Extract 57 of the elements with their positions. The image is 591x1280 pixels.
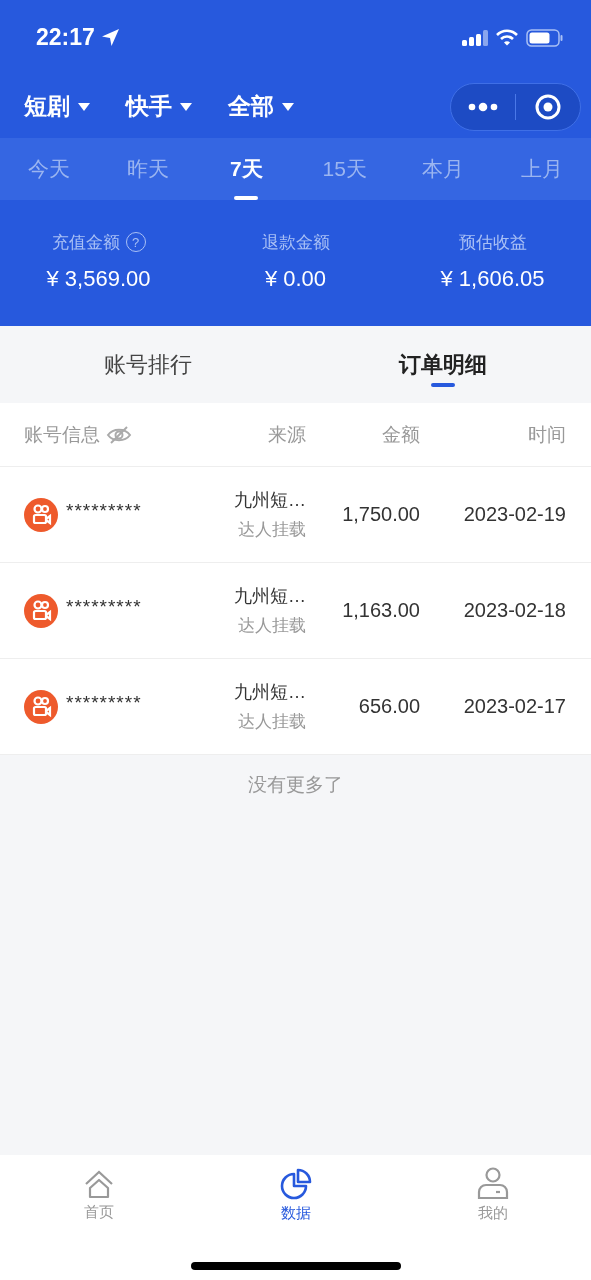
- battery-icon: [526, 28, 563, 47]
- amount-cell-text: 1,750.00: [341, 503, 420, 526]
- pie-chart-icon: [279, 1167, 312, 1200]
- summary-label: 预估收益: [458, 231, 527, 254]
- end-of-list-note: 没有更多了: [247, 773, 344, 797]
- source-type: 达人挂载: [238, 615, 306, 637]
- view-tab[interactable]: 订单明细: [295, 326, 591, 403]
- location-arrow-icon: [99, 27, 121, 48]
- amount-cell-text: 656.00: [357, 695, 420, 718]
- period-tab[interactable]: 15天: [295, 138, 394, 200]
- column-header: 账号信息: [24, 422, 100, 447]
- period-tab[interactable]: 7天: [197, 138, 296, 200]
- summary-value: ¥ 0.00: [264, 265, 327, 292]
- column-header: 来源: [267, 422, 306, 447]
- period-tab[interactable]: 昨天: [98, 138, 197, 200]
- nav-tab[interactable]: 我的: [394, 1155, 591, 1235]
- account-name: *********: [66, 691, 142, 714]
- amount-cell-text: 1,163.00: [341, 599, 420, 622]
- app-logo-icon: [24, 689, 58, 724]
- account-name: *********: [66, 595, 142, 618]
- filter-dropdown[interactable]: 快手: [126, 91, 192, 122]
- eye-off-icon: [106, 424, 132, 445]
- period-tab[interactable]: 上月: [492, 138, 591, 200]
- signal-icon: [462, 29, 488, 46]
- nav-tab[interactable]: 首页: [0, 1155, 197, 1235]
- date-cell-text: 2023-02-18: [462, 599, 566, 622]
- caret-icon: [180, 102, 192, 111]
- app-logo-icon: [24, 593, 58, 628]
- period-tab[interactable]: 本月: [394, 138, 493, 200]
- home-icon: [83, 1168, 114, 1199]
- target-icon: [535, 93, 561, 120]
- clock-time: 22:17: [36, 24, 95, 51]
- account-name: *********: [66, 499, 142, 522]
- source-name: 九州短…: [234, 681, 306, 704]
- source-name: 九州短…: [234, 489, 306, 512]
- view-tab[interactable]: 账号排行: [0, 326, 296, 403]
- filter-dropdown[interactable]: 全部: [228, 91, 294, 122]
- date-cell-text: 2023-02-17: [462, 695, 566, 718]
- summary-label: 退款金额: [261, 231, 330, 254]
- summary-value: ¥ 1,606.05: [440, 265, 545, 292]
- column-header: 金额: [381, 422, 420, 447]
- user-icon: [476, 1167, 509, 1200]
- nav-tab[interactable]: 数据: [197, 1155, 394, 1235]
- source-type: 达人挂载: [238, 711, 306, 733]
- more-icon: [468, 101, 498, 112]
- source-name: 九州短…: [234, 585, 306, 608]
- period-tab[interactable]: 今天: [0, 138, 99, 200]
- source-type: 达人挂载: [238, 519, 306, 541]
- caret-icon: [282, 102, 294, 111]
- summary-label: 充值金额: [51, 231, 120, 254]
- app-logo-icon: [24, 497, 58, 532]
- wifi-icon: [496, 29, 518, 46]
- caret-icon: [78, 102, 90, 111]
- filter-dropdown[interactable]: 短剧: [24, 91, 90, 122]
- column-header: 时间: [527, 422, 566, 447]
- date-cell-text: 2023-02-19: [462, 503, 566, 526]
- summary-value: ¥ 3,569.00: [46, 265, 151, 292]
